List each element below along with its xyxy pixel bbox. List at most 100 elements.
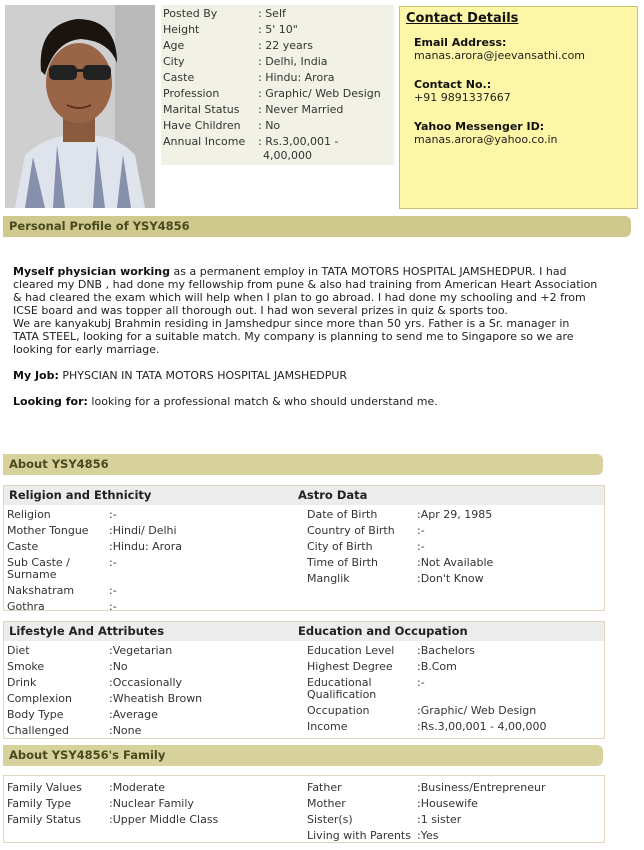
table-row: Nakshatram :- — [7, 583, 304, 599]
basic-value: : Never Married — [258, 103, 344, 116]
row-key: Manglik — [307, 572, 350, 585]
lifestyle-education-table: Lifestyle And Attributes Education and O… — [3, 621, 605, 739]
profile-line1: as a permanent employ in TATA MOTORS HOS… — [170, 265, 567, 278]
lifestyle-title: Lifestyle And Attributes — [9, 624, 165, 638]
row-key: Highest Degree — [307, 660, 393, 673]
row-value: :Apr 29, 1985 — [417, 508, 493, 521]
basic-key: Height — [163, 23, 200, 36]
basic-key: Age — [163, 39, 185, 52]
basic-info-table: Posted By: Self Height : 5' 10" Age: 22 y… — [163, 6, 392, 161]
basic-row: Caste : Hindu: Arora — [163, 70, 392, 86]
basic-row: 4,00,000 — [163, 150, 392, 161]
row-value: :B.Com — [417, 660, 457, 673]
basic-row: Profession : Graphic/ Web Design — [163, 86, 392, 102]
basic-row: Annual Income: Rs.3,00,001 - — [163, 134, 392, 150]
row-key: Gothra — [7, 600, 45, 613]
basic-key: Caste — [163, 71, 195, 84]
table-row: Income:Rs.3,00,001 - 4,00,000 — [307, 719, 604, 735]
row-key: Religion — [7, 508, 51, 521]
row-key: Family Values — [7, 781, 82, 794]
profile-photo[interactable] — [5, 5, 155, 208]
person-photo-icon — [5, 5, 155, 208]
email-value[interactable]: manas.arora@jeevansathi.com — [414, 49, 631, 62]
religion-title: Religion and Ethnicity — [9, 488, 152, 502]
row-key: Mother — [307, 797, 346, 810]
religion-column: Religion :- Mother Tongue :Hindi/ Delhi Ca… — [4, 505, 304, 615]
row-key: Family Type — [7, 797, 72, 810]
row-key: Complexion — [7, 692, 73, 705]
row-key: Diet — [7, 644, 30, 657]
basic-value: : Graphic/ Web Design — [258, 87, 381, 100]
basic-key: Posted By — [163, 7, 218, 20]
family-right-column: Father:Business/Entrepreneur Mother:Hous… — [304, 778, 604, 844]
phone-value: +91 9891337667 — [414, 91, 511, 104]
table-row: City of Birth :- — [307, 539, 604, 555]
table-row: Challenged:None — [7, 723, 304, 739]
looking-for-label: Looking for: — [13, 395, 88, 408]
basic-value: : No — [258, 119, 281, 132]
row-value: :Nuclear Family — [109, 797, 194, 810]
basic-row: Posted By: Self — [163, 6, 392, 22]
my-job-label: My Job: — [13, 369, 59, 382]
row-value: :Moderate — [109, 781, 166, 794]
basic-value: : Rs.3,00,001 - — [258, 135, 339, 148]
basic-row: City: Delhi, India — [163, 54, 392, 70]
row-value: :Hindu: Arora — [109, 540, 182, 553]
row-key: Time of Birth — [307, 556, 378, 569]
row-key: City of Birth — [307, 540, 373, 553]
row-value: :- — [417, 524, 425, 537]
row-value: :Hindi/ Delhi — [109, 524, 177, 537]
table-row: Time of Birth:Not Available — [307, 555, 604, 571]
basic-value: : 5' 10" — [258, 23, 298, 36]
row-key: Nakshatram — [7, 584, 75, 597]
row-value: :- — [417, 540, 425, 553]
row-value: :Average — [109, 708, 158, 721]
basic-key: Profession — [163, 87, 220, 100]
table-row: Highest Degree :B.Com — [307, 659, 604, 675]
row-key: Body Type — [7, 708, 64, 721]
table-row: Family Status:Upper Middle Class — [7, 812, 304, 828]
table-row: Sub Caste / Surname :- — [7, 555, 304, 583]
table-row: Gothra:- — [7, 599, 304, 615]
contact-title[interactable]: Contact Details — [406, 11, 631, 26]
yahoo-label: Yahoo Messenger ID: — [414, 120, 545, 133]
basic-value: : Delhi, India — [258, 55, 328, 68]
basic-row: Age: 22 years — [163, 38, 392, 54]
my-job: My Job: PHYSCIAN IN TATA MOTORS HOSPITAL… — [13, 369, 625, 382]
row-value: :None — [109, 724, 142, 737]
row-key: Education Level — [307, 644, 395, 657]
basic-value: 4,00,000 — [263, 149, 312, 162]
table-row: Mother Tongue :Hindi/ Delhi — [7, 523, 304, 539]
row-key: Family Status — [7, 813, 81, 826]
row-key: Income — [307, 720, 348, 733]
row-value: :Graphic/ Web Design — [417, 704, 537, 717]
row-value: :- — [109, 556, 117, 569]
table-row: Body Type :Average — [7, 707, 304, 723]
row-value: :Business/Entrepreneur — [417, 781, 546, 794]
row-key: Mother Tongue — [7, 524, 89, 537]
table-row: Caste:Hindu: Arora — [7, 539, 304, 555]
row-key: Sub Caste / Surname — [7, 556, 70, 581]
table-row: Living with Parents :Yes — [307, 828, 604, 844]
row-value: :Yes — [417, 829, 439, 842]
row-key: Living with Parents — [307, 829, 411, 842]
row-value: :- — [417, 676, 425, 689]
astro-title: Astro Data — [298, 488, 368, 502]
basic-key: Have Children — [163, 119, 241, 132]
family-left-column: Family Values :Moderate Family Type :Nucle… — [4, 778, 304, 844]
row-value: :- — [109, 584, 117, 597]
row-value: :Bachelors — [417, 644, 475, 657]
family-table: Family Values :Moderate Family Type :Nucle… — [3, 775, 605, 843]
row-key: Country of Birth — [307, 524, 395, 537]
row-key: Date of Birth — [307, 508, 378, 521]
table-row: Mother:Housewife — [307, 796, 604, 812]
looking-for: Looking for: looking for a professional … — [13, 395, 625, 408]
row-value: :- — [109, 508, 117, 521]
email-label: Email Address: — [414, 36, 507, 49]
basic-value: : Hindu: Arora — [258, 71, 335, 84]
education-title: Education and Occupation — [298, 624, 468, 638]
contact-details-panel: Contact Details Email Address: manas.aro… — [399, 6, 638, 209]
looking-for-value: looking for a professional match & who s… — [87, 395, 438, 408]
table-row: Smoke:No — [7, 659, 304, 675]
row-key: Educational Qualification — [307, 676, 377, 701]
